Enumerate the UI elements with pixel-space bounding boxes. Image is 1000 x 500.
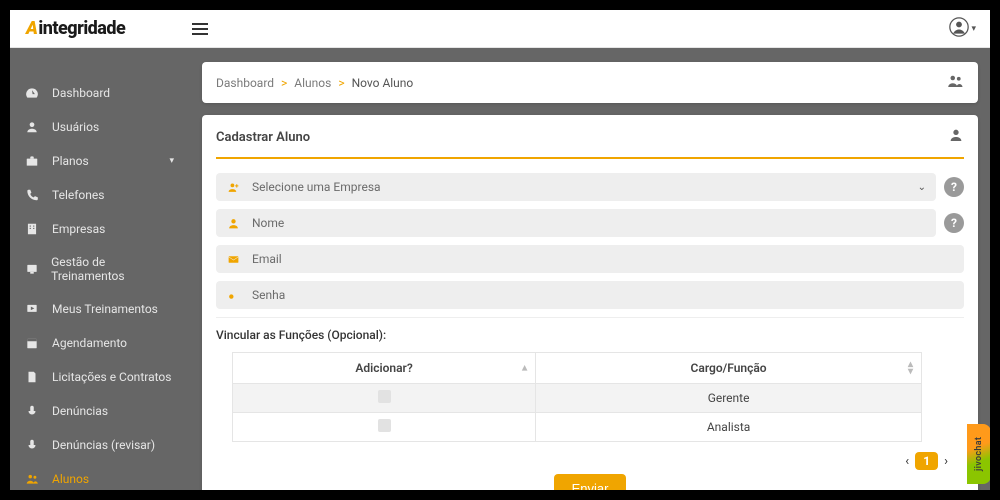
document-icon: [24, 369, 40, 385]
sidebar-item-bids[interactable]: Licitações e Contratos: [10, 360, 188, 394]
breadcrumb-sep: >: [338, 76, 344, 90]
envelope-icon: [226, 253, 240, 266]
sidebar-item-reports[interactable]: Denúncias: [10, 394, 188, 428]
user-avatar-icon: [949, 17, 969, 40]
sidebar-item-training-mgmt[interactable]: Gestão de Treinamentos: [10, 246, 188, 292]
input-placeholder: Senha: [252, 288, 285, 302]
pager-prev[interactable]: ‹: [905, 454, 909, 469]
form-panel: Cadastrar Aluno Selecione uma Empresa ⌄ …: [202, 115, 978, 490]
sidebar-item-label: Meus Treinamentos: [52, 302, 158, 316]
col-role[interactable]: Cargo/Função ▴▾: [536, 353, 922, 384]
key-icon: [226, 289, 240, 302]
chevron-down-icon: ⌄: [918, 182, 926, 193]
role-cell: Analista: [536, 413, 922, 442]
pager-next[interactable]: ›: [944, 454, 948, 469]
sort-icon: ▴: [522, 365, 527, 372]
user-icon: [24, 119, 40, 135]
sidebar-item-label: Telefones: [52, 188, 104, 202]
sidebar-item-users[interactable]: Usuários: [10, 110, 188, 144]
building-icon: [24, 221, 40, 237]
table-row: Gerente: [233, 384, 922, 413]
briefcase-icon: [24, 153, 40, 169]
chevron-down-icon: ▾: [971, 24, 976, 34]
sidebar-item-label: Dashboard: [52, 86, 110, 100]
microphone-icon: [24, 437, 40, 453]
col-add[interactable]: Adicionar? ▴: [233, 353, 536, 384]
menu-toggle-icon[interactable]: [192, 23, 212, 35]
pager: ‹ 1 ›: [216, 452, 948, 470]
brand-accent: A: [26, 18, 37, 39]
roles-section-label: Vincular as Funções (Opcional):: [216, 328, 964, 342]
user-plus-icon: [226, 181, 240, 194]
sidebar-item-reports-review[interactable]: Denúncias (revisar): [10, 428, 188, 462]
sidebar-item-label: Alunos: [52, 472, 89, 486]
email-input[interactable]: Email: [216, 245, 964, 273]
card-title: Cadastrar Aluno: [216, 130, 310, 145]
speedometer-icon: [24, 85, 40, 101]
sidebar-item-label: Gestão de Treinamentos: [51, 255, 174, 283]
table-row: Analista: [233, 413, 922, 442]
chevron-down-icon: ▾: [169, 156, 174, 166]
sidebar-item-phones[interactable]: Telefones: [10, 178, 188, 212]
jivochat-tab[interactable]: jivochat: [967, 424, 990, 484]
users-icon: [946, 72, 964, 93]
sidebar-item-label: Denúncias (revisar): [52, 438, 155, 452]
microphone-icon: [24, 403, 40, 419]
breadcrumb: Dashboard > Alunos > Novo Aluno: [216, 76, 413, 90]
help-button[interactable]: ?: [944, 213, 964, 233]
content: Dashboard > Alunos > Novo Aluno Cadastra…: [188, 48, 990, 490]
sidebar-item-label: Licitações e Contratos: [52, 370, 171, 384]
sidebar-item-dashboard[interactable]: Dashboard: [10, 76, 188, 110]
sidebar-item-label: Denúncias: [52, 404, 108, 418]
sidebar-item-my-trainings[interactable]: Meus Treinamentos: [10, 292, 188, 326]
sidebar-item-students[interactable]: Alunos: [10, 462, 188, 490]
brand-logo: Aintegridade: [10, 18, 188, 39]
breadcrumb-panel: Dashboard > Alunos > Novo Aluno: [202, 62, 978, 103]
sidebar-item-companies[interactable]: Empresas: [10, 212, 188, 246]
sidebar-item-label: Empresas: [52, 222, 105, 236]
user-menu[interactable]: ▾: [949, 17, 976, 40]
sidebar-item-label: Planos: [52, 154, 89, 168]
checkbox[interactable]: [378, 419, 391, 432]
topbar: Aintegridade ▾: [10, 10, 990, 48]
sort-icon: ▴▾: [908, 361, 913, 375]
sidebar-item-label: Usuários: [52, 120, 99, 134]
name-input[interactable]: Nome: [216, 209, 936, 237]
user-icon: [226, 217, 240, 230]
pager-page[interactable]: 1: [915, 452, 938, 470]
phone-icon: [24, 187, 40, 203]
roles-table: Adicionar? ▴ Cargo/Função ▴▾ G: [232, 352, 922, 442]
help-button[interactable]: ?: [944, 177, 964, 197]
company-select[interactable]: Selecione uma Empresa ⌄: [216, 173, 936, 201]
password-input[interactable]: Senha: [216, 281, 964, 309]
select-placeholder: Selecione uma Empresa: [252, 180, 381, 194]
breadcrumb-current: Novo Aluno: [352, 76, 414, 90]
checkbox[interactable]: [378, 390, 391, 403]
breadcrumb-sep: >: [281, 76, 287, 90]
play-icon: [24, 301, 40, 317]
training-icon: [24, 261, 39, 277]
sidebar: Dashboard Usuários Planos ▾ Telefones Em…: [10, 48, 188, 490]
sidebar-item-plans[interactable]: Planos ▾: [10, 144, 188, 178]
sidebar-item-scheduling[interactable]: Agendamento: [10, 326, 188, 360]
user-icon: [948, 127, 964, 147]
brand-text: integridade: [38, 18, 125, 39]
submit-button[interactable]: Enviar: [554, 474, 627, 490]
divider: [216, 317, 964, 318]
users-icon: [24, 471, 40, 487]
sidebar-item-label: Agendamento: [52, 336, 127, 350]
breadcrumb-link[interactable]: Alunos: [294, 76, 331, 90]
role-cell: Gerente: [536, 384, 922, 413]
calendar-icon: [24, 335, 40, 351]
input-placeholder: Nome: [252, 216, 284, 230]
breadcrumb-link[interactable]: Dashboard: [216, 76, 274, 90]
input-placeholder: Email: [252, 252, 282, 266]
